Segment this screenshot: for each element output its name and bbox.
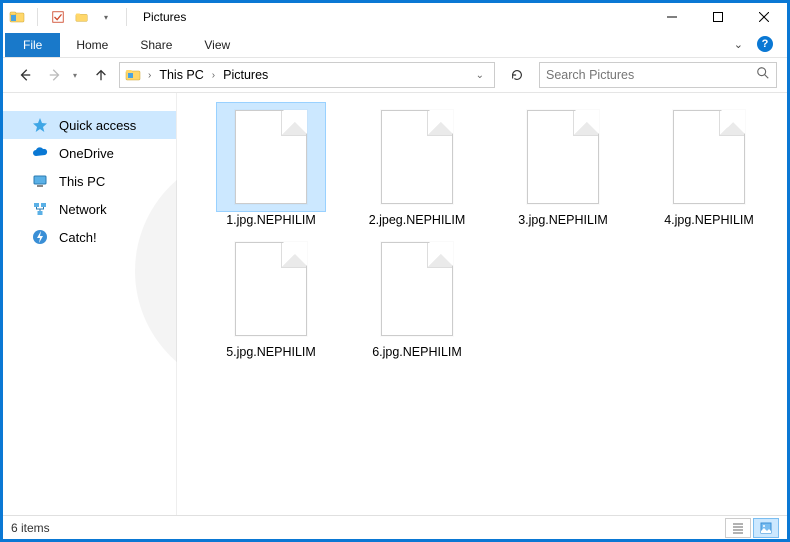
breadcrumb-pictures[interactable]: Pictures (221, 68, 270, 82)
sidebar-item-this-pc[interactable]: This PC (3, 167, 176, 195)
thumbnails-view-button[interactable] (753, 518, 779, 538)
file-grid: 1.jpg.NEPHILIM 2.jpeg.NEPHILIM 3.jpg.NEP… (201, 103, 779, 359)
sidebar-item-label: Catch! (59, 230, 97, 245)
quick-access-toolbar: ▾ Pictures (3, 8, 186, 26)
chevron-right-icon[interactable]: › (210, 70, 217, 81)
titlebar: ▾ Pictures (3, 3, 787, 31)
history-dropdown-icon[interactable]: ▾ (73, 71, 83, 80)
chevron-right-icon[interactable]: › (146, 70, 153, 81)
sidebar-item-label: OneDrive (59, 146, 114, 161)
sidebar-item-quick-access[interactable]: Quick access (3, 111, 176, 139)
minimize-button[interactable] (649, 3, 695, 31)
navigation-pane: Quick access OneDrive This PC Network Ca… (3, 93, 177, 515)
body: Quick access OneDrive This PC Network Ca… (3, 93, 787, 515)
tab-view[interactable]: View (188, 33, 246, 57)
bolt-icon (31, 228, 49, 246)
file-thumbnail (363, 103, 471, 211)
refresh-button[interactable] (503, 62, 531, 88)
star-icon (31, 116, 49, 134)
blank-file-icon (527, 110, 599, 204)
expand-ribbon-icon[interactable]: ⌄ (734, 38, 743, 51)
tab-file[interactable]: File (5, 33, 60, 57)
explorer-window: PC risk .com ▾ Pictures File Home Share … (0, 0, 790, 542)
file-name: 3.jpg.NEPHILIM (495, 213, 631, 227)
cloud-icon (31, 144, 49, 162)
blank-file-icon (235, 242, 307, 336)
maximize-button[interactable] (695, 3, 741, 31)
up-button[interactable] (89, 63, 113, 87)
file-name: 1.jpg.NEPHILIM (203, 213, 339, 227)
sidebar-item-label: Quick access (59, 118, 136, 133)
file-name: 2.jpeg.NEPHILIM (349, 213, 485, 227)
window-title: Pictures (143, 10, 186, 24)
separator (37, 8, 38, 26)
address-dropdown-icon[interactable]: ⌄ (476, 70, 490, 81)
search-box[interactable] (539, 62, 777, 88)
address-bar[interactable]: › This PC › Pictures ⌄ (119, 62, 495, 88)
file-thumbnail (363, 235, 471, 343)
blank-file-icon (235, 110, 307, 204)
file-thumbnail (217, 103, 325, 211)
file-item[interactable]: 5.jpg.NEPHILIM (201, 235, 341, 359)
tab-share[interactable]: Share (124, 33, 188, 57)
new-folder-icon[interactable] (74, 9, 90, 25)
help-icon[interactable]: ? (757, 36, 773, 52)
sidebar-item-label: This PC (59, 174, 105, 189)
ribbon-tabs: File Home Share View ⌄ ? (3, 31, 787, 57)
file-item[interactable]: 6.jpg.NEPHILIM (347, 235, 487, 359)
network-icon (31, 200, 49, 218)
search-input[interactable] (546, 68, 756, 82)
qat-dropdown-icon[interactable]: ▾ (98, 9, 114, 25)
file-list: 1.jpg.NEPHILIM 2.jpeg.NEPHILIM 3.jpg.NEP… (177, 93, 787, 515)
forward-button[interactable] (43, 63, 67, 87)
file-thumbnail (217, 235, 325, 343)
file-thumbnail (509, 103, 617, 211)
blank-file-icon (381, 110, 453, 204)
blank-file-icon (381, 242, 453, 336)
file-item[interactable]: 1.jpg.NEPHILIM (201, 103, 341, 227)
sidebar-item-onedrive[interactable]: OneDrive (3, 139, 176, 167)
search-icon[interactable] (756, 66, 770, 85)
breadcrumb-this-pc[interactable]: This PC (157, 68, 205, 82)
file-name: 6.jpg.NEPHILIM (349, 345, 485, 359)
file-name: 5.jpg.NEPHILIM (203, 345, 339, 359)
file-item[interactable]: 2.jpeg.NEPHILIM (347, 103, 487, 227)
properties-icon[interactable] (50, 9, 66, 25)
folder-icon (9, 9, 25, 25)
navigation-bar: ▾ › This PC › Pictures ⌄ (3, 57, 787, 93)
close-button[interactable] (741, 3, 787, 31)
blank-file-icon (673, 110, 745, 204)
sidebar-item-catch[interactable]: Catch! (3, 223, 176, 251)
computer-icon (31, 172, 49, 190)
tab-home[interactable]: Home (60, 33, 124, 57)
back-button[interactable] (13, 63, 37, 87)
details-view-button[interactable] (725, 518, 751, 538)
sidebar-item-network[interactable]: Network (3, 195, 176, 223)
file-thumbnail (655, 103, 763, 211)
file-item[interactable]: 4.jpg.NEPHILIM (639, 103, 779, 227)
status-bar: 6 items (3, 515, 787, 539)
sidebar-item-label: Network (59, 202, 107, 217)
file-item[interactable]: 3.jpg.NEPHILIM (493, 103, 633, 227)
item-count: 6 items (11, 521, 50, 535)
separator (126, 8, 127, 26)
file-name: 4.jpg.NEPHILIM (641, 213, 777, 227)
pictures-folder-icon (124, 66, 142, 84)
